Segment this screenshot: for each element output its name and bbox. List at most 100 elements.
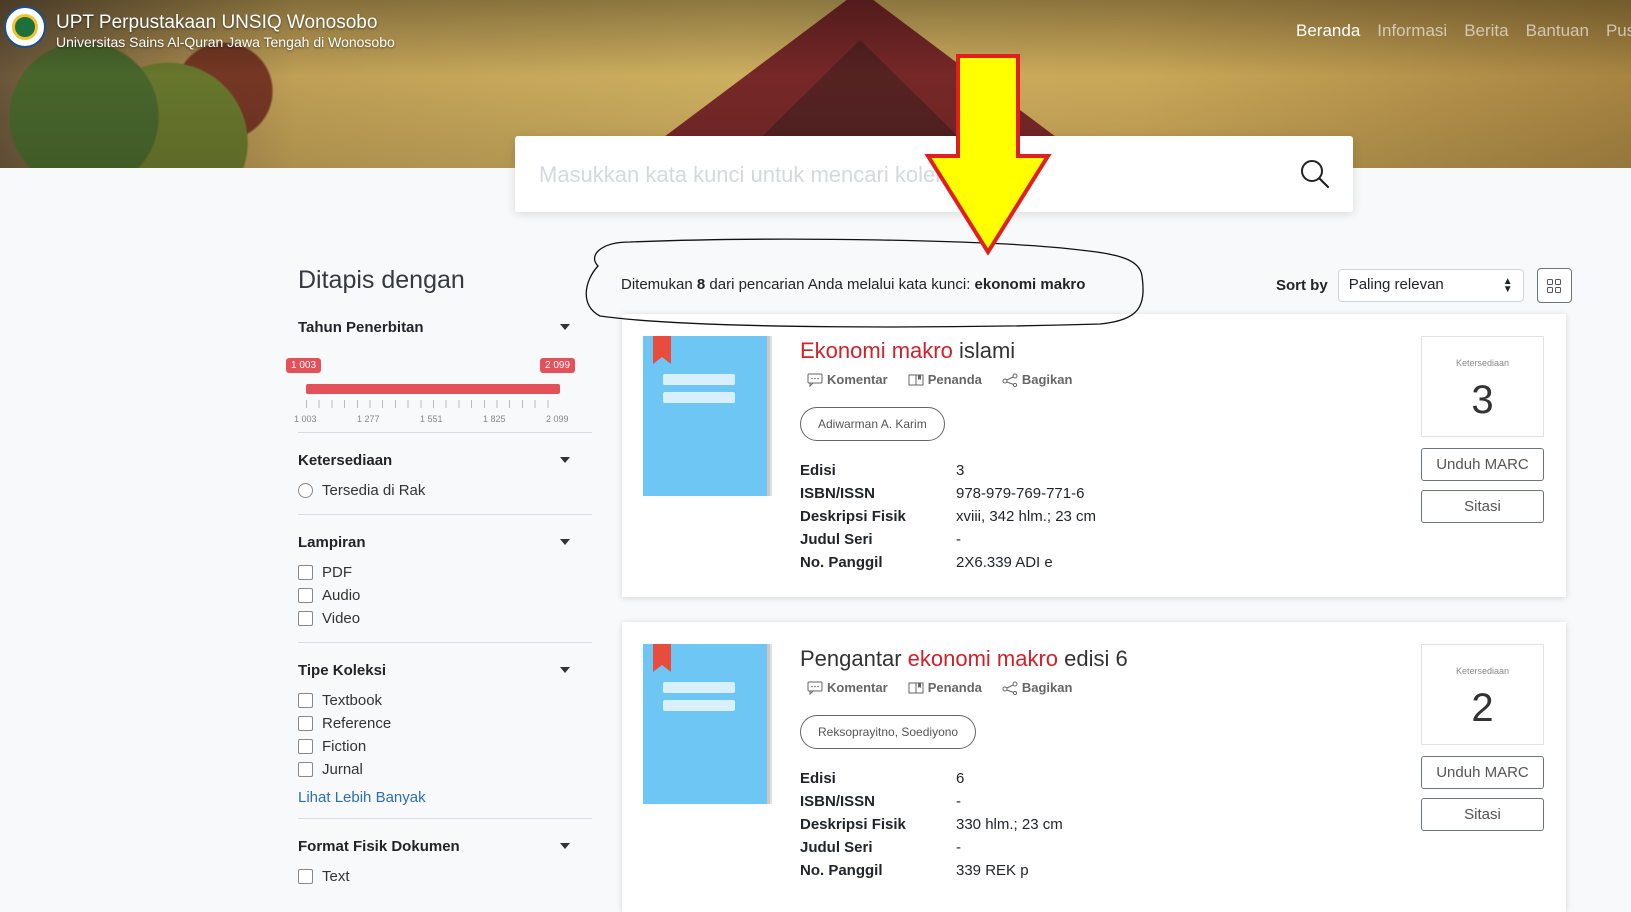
card-actions: Komentar Penanda Bagikan [807,372,1072,387]
option-fiction[interactable]: Fiction [298,735,592,758]
sort-control: Sort by Paling relevan ▲ ▼ [1276,268,1572,303]
search-input[interactable] [537,154,1261,196]
nav-berita[interactable]: Berita [1464,21,1508,41]
range-tick-label: 1 551 [420,414,443,424]
checkbox[interactable] [298,739,313,754]
checkbox[interactable] [298,716,313,731]
annotation-lasso [585,238,1144,328]
option-pdf[interactable]: PDF [298,561,592,584]
availability-caption: Ketersediaan [1455,666,1510,676]
option-tersedia[interactable]: Tersedia di Rak [298,479,592,502]
option-label: Video [322,610,361,627]
range-tick-label: 1 825 [483,414,506,424]
download-marc-button[interactable]: Unduh MARC [1421,756,1544,789]
radio-button[interactable] [298,483,313,498]
comment-icon [807,373,823,387]
option-video[interactable]: Video [298,607,592,630]
bookmark-label: Penanda [927,680,982,695]
filter-format-header[interactable]: Format Fisik Dokumen [298,835,592,857]
meta-value: - [956,793,961,810]
checkbox[interactable] [298,693,313,708]
meta-key: Deskripsi Fisik [800,508,906,525]
bookmark-button[interactable]: Penanda [908,680,982,695]
checkbox[interactable] [298,565,313,580]
nav-informasi[interactable]: Informasi [1377,21,1447,41]
range-tick-label: 2 099 [546,414,569,424]
checkbox[interactable] [298,588,313,603]
brand[interactable]: UPT Perpustakaan UNSIQ Wonosobo Universi… [4,6,395,51]
sort-label: Sort by [1276,277,1328,294]
filter-attachment-header[interactable]: Lampiran [298,531,592,553]
filter-year-label: Tahun Penerbitan [298,318,424,336]
cite-button[interactable]: Sitasi [1421,798,1544,831]
author-badge[interactable]: Reksoprayitno, Soediyono [800,715,977,749]
option-jurnal[interactable]: Jurnal [298,758,592,781]
meta-value: 978-979-769-771-6 [956,485,1085,502]
option-textbook[interactable]: Textbook [298,689,592,712]
grid-view-button[interactable] [1536,268,1572,303]
filter-format-label: Format Fisik Dokumen [298,837,460,855]
title-highlight: Ekonomi makro [800,338,953,363]
book-title[interactable]: Pengantar ekonomi makro edisi 6 [800,646,1128,672]
meta-key: ISBN/ISSN [800,485,876,502]
book-cover-icon[interactable] [643,644,767,804]
comment-button[interactable]: Komentar [807,680,888,695]
share-button[interactable]: Bagikan [1002,372,1072,387]
sort-select[interactable]: Paling relevan ▲ ▼ [1337,269,1524,302]
range-track[interactable] [306,384,560,394]
author-badge[interactable]: Adiwarman A. Karim [800,407,945,441]
filter-title: Ditapis dengan [298,266,465,294]
filter-availability-label: Ketersediaan [298,451,393,469]
range-ticks [306,400,560,408]
title-part: islami [952,338,1016,363]
comment-button[interactable]: Komentar [807,372,888,387]
range-tick-label: 1 003 [294,414,317,424]
availability-box: Ketersediaan 2 [1421,644,1544,745]
caret-down-icon [560,539,570,545]
filter-collection-label: Tipe Koleksi [298,661,387,679]
meta-value: 3 [956,462,965,479]
nav-bantuan[interactable]: Bantuan [1526,21,1589,41]
site-title: UPT Perpustakaan UNSIQ Wonosobo [56,12,378,33]
download-marc-button[interactable]: Unduh MARC [1421,448,1544,481]
sort-arrows-icon: ▲ ▼ [1502,276,1513,295]
range-max-badge[interactable]: 2 099 [540,358,576,373]
range-min-badge[interactable]: 1 003 [286,358,322,373]
option-text[interactable]: Text [298,865,592,888]
year-range-slider[interactable]: 1 003 2 099 1 003 1 277 1 551 1 825 2 09… [286,338,592,424]
see-more-link[interactable]: Lihat Lebih Banyak [298,789,592,806]
search-icon[interactable] [1299,158,1331,190]
share-button[interactable]: Bagikan [1002,680,1073,695]
filter-collection-type: Tipe Koleksi Textbook Reference Fiction … [298,643,592,819]
title-part: edisi 6 [1058,646,1128,671]
nav-beranda[interactable]: Beranda [1296,21,1360,41]
option-label: Jurnal [322,761,363,778]
book-cover-icon[interactable] [643,336,767,496]
option-audio[interactable]: Audio [298,584,592,607]
meta-key: Judul Seri [800,839,873,856]
grid-icon [1547,278,1562,293]
checkbox[interactable] [298,611,313,626]
bookmark-button[interactable]: Penanda [908,372,982,387]
book-metadata: Edisi 3 ISBN/ISSN 978-979-769-771-6 Deskri… [800,462,1096,577]
bookmark-icon [908,374,924,385]
checkbox[interactable] [298,762,313,777]
meta-key: Edisi [800,770,836,787]
option-label: Textbook [322,692,383,709]
book-title[interactable]: Ekonomi makro islami [800,338,1015,364]
filter-availability-header[interactable]: Ketersediaan [298,449,592,471]
checkbox[interactable] [298,869,313,884]
filter-year-header[interactable]: Tahun Penerbitan [298,316,592,338]
option-reference[interactable]: Reference [298,712,592,735]
filter-collection-header[interactable]: Tipe Koleksi [298,659,592,681]
share-label: Bagikan [1021,680,1073,695]
nav-pustakawan[interactable]: Pus [1606,21,1631,41]
meta-key: Judul Seri [800,531,873,548]
availability-box: Ketersediaan 3 [1421,336,1544,437]
result-card: Ekonomi makro islami Komentar Penanda Ba… [622,314,1566,597]
result-card: Pengantar ekonomi makro edisi 6 Komentar… [622,622,1566,912]
site-subtitle: Universitas Sains Al-Quran Jawa Tengah d… [56,34,395,50]
caret-down-icon [560,667,570,673]
cite-button[interactable]: Sitasi [1421,490,1544,523]
meta-value: 339 REK p [956,862,1029,879]
